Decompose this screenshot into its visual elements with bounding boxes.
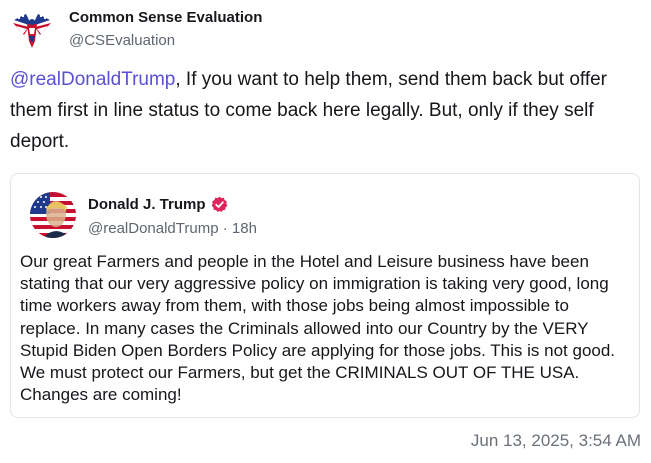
quoted-post-age[interactable]: 18h [232,220,257,237]
author-avatar[interactable] [10,8,54,52]
verified-badge-icon [211,196,228,213]
american-flag-eagle-avatar-icon [13,14,51,48]
post-card: Common Sense Evaluation @CSEvaluation @r… [0,0,651,463]
meta-separator: · [222,220,228,237]
author-handle[interactable]: @CSEvaluation [69,32,175,49]
quoted-post-body: Our great Farmers and people in the Hote… [20,252,616,405]
post-timestamp[interactable]: Jun 13, 2025, 3:54 AM [471,431,641,451]
quoted-author-name[interactable]: Donald J. Trump [88,196,206,213]
mention-link[interactable]: @realDonaldTrump [10,69,175,90]
quoted-author-name-row: Donald J. Trump [88,196,228,213]
quoted-author-avatar[interactable] [30,192,76,238]
post-body: @realDonaldTrump, If you want to help th… [10,64,638,157]
quoted-author-meta: @realDonaldTrump · 18h [88,220,257,237]
author-name[interactable]: Common Sense Evaluation [69,9,262,26]
quoted-post-card[interactable]: Donald J. Trump @realDonaldTrump · 18h O… [10,173,640,418]
flag-portrait-avatar-icon [30,192,76,238]
quoted-author-handle[interactable]: @realDonaldTrump [88,220,219,237]
